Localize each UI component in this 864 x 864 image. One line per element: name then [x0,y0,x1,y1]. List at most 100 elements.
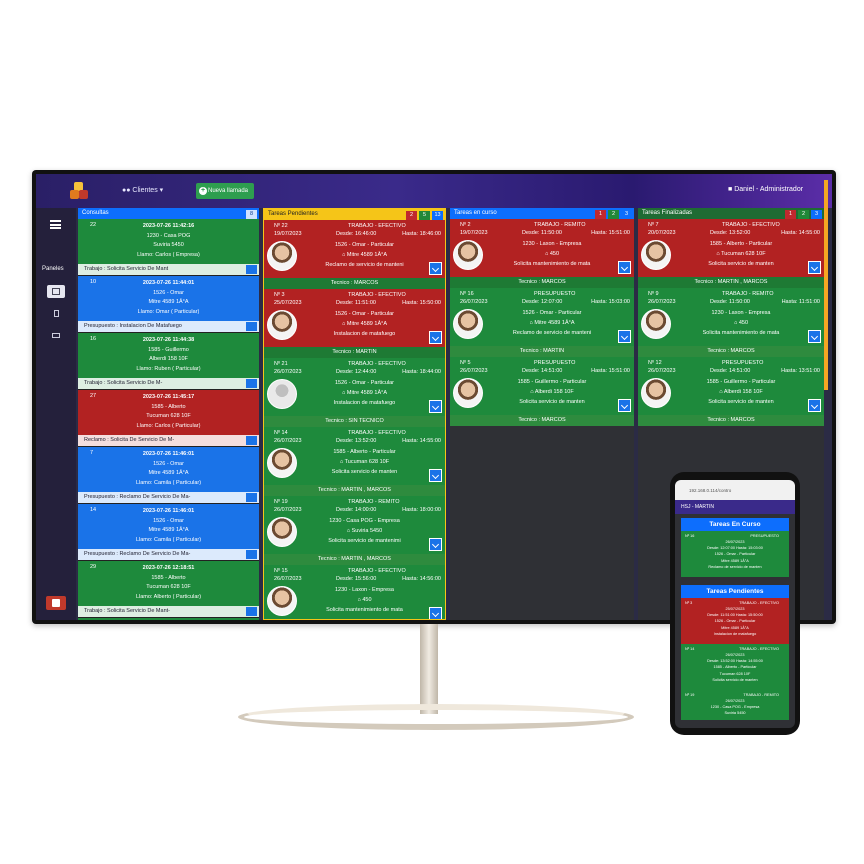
chevron-down-icon[interactable] [246,322,257,331]
chevron-down-icon[interactable] [808,399,821,412]
task-header-row: Nº 21 TRABAJO - EFECTIVO [274,361,441,369]
chevron-down-icon[interactable] [429,469,442,482]
task-card[interactable]: Nº 14 TRABAJO - EFECTIVO 26/07/2023 Desde: … [264,427,445,496]
video-panel-button[interactable] [47,329,65,342]
phone-url-bar[interactable]: 192.168.0.114/contro [675,480,795,500]
consulta-card[interactable]: 14 2023-07-26 11:46:01 1526 - Omar Mitre 45… [78,504,259,561]
chevron-down-icon[interactable] [246,265,257,274]
user-menu[interactable]: ■ Daniel - Administrador [728,186,803,193]
encurso-green-badge[interactable]: 2 [608,210,619,219]
consulta-card[interactable]: 29 2023-07-26 12:18:51 1585 - Alberto Tucum… [78,561,259,618]
task-address: 450 [549,251,560,257]
pendientes-blue-badge[interactable]: 13 [432,211,443,220]
chevron-down-icon[interactable] [618,330,631,343]
finalizadas-list: Nº 7 TRABAJO - EFECTIVO 20/07/2023 Desde: 1… [638,219,824,426]
app-logo-icon[interactable] [70,182,88,200]
task-card[interactable]: Nº 19 TRABAJO - REMITO 26/07/2023 Desde: 14… [264,496,445,565]
task-type: TRABAJO - REMITO [722,291,774,297]
task-client: 1526 - Omar - Particular [335,311,394,317]
task-hasta: Hasta: 18:44:00 [402,369,441,375]
finalizadas-blue-badge[interactable]: 3 [811,210,822,219]
chevron-down-icon[interactable] [246,379,257,388]
encurso-header: Tareas en curso 123 [450,208,634,219]
chevron-down-icon[interactable] [246,607,257,616]
finalizadas-green-badge[interactable]: 2 [798,210,809,219]
task-date: 26/07/2023 [648,299,676,305]
pendientes-red-badge[interactable]: 2 [406,211,417,220]
task-address: 450 [738,320,749,326]
pendientes-green-badge[interactable]: 5 [419,211,430,220]
chevron-down-icon[interactable] [246,436,257,445]
task-card[interactable]: Nº 22 TRABAJO - EFECTIVO 19/07/2023 Desde: … [264,220,445,289]
consulta-footer[interactable]: Presupuesto : Instalacion De Matafuego [78,321,259,332]
task-desc: Solicita servicio de manten [519,399,585,405]
task-card[interactable]: Nº 16 PRESUPUESTO 26/07/2023 Desde: 12:07:0… [450,288,634,357]
phone-card[interactable]: Nº 16 PRESUPUESTO 26/07/2023 Desde: 12:0… [681,531,789,577]
task-client: 1585 - Alberto - Particular [333,449,396,455]
chevron-down-icon[interactable] [429,331,442,344]
task-type: TRABAJO - EFECTIVO [722,222,780,228]
task-num: Nº 15 [274,568,288,574]
nueva-llamada-label: Nueva llamada [208,188,249,194]
consulta-card[interactable]: 302023-07-26 12:45:43 [78,618,259,620]
task-desc: Solicita mantenimiento de mata [513,261,591,267]
task-card[interactable]: Nº 15 TRABAJO - EFECTIVO 26/07/2023 Desde: … [264,565,445,619]
chevron-down-icon[interactable] [246,493,257,502]
logout-button[interactable] [46,596,66,610]
phone-card-type: TRABAJO - REMITO [743,693,779,697]
caret-down-icon: ▾ [157,187,164,194]
chevron-down-icon[interactable] [808,261,821,274]
finalizadas-red-badge[interactable]: 1 [785,210,796,219]
phone-card[interactable]: Nº 19 TRABAJO - REMITO 26/07/2023 1230 -… [681,690,789,720]
phone-card[interactable]: Nº 14 TRABAJO - EFECTIVO 26/07/2023 Desd… [681,644,789,690]
clientes-dropdown[interactable]: ●● Clientes ▾ [122,186,163,194]
task-desc: Solicita servicio de manten [708,261,774,267]
nueva-llamada-button[interactable]: + Nueva llamada [196,183,254,199]
consulta-card[interactable]: 16 2023-07-26 11:44:38 1585 - Guillermo Alb… [78,333,259,390]
task-type: TRABAJO - EFECTIVO [348,430,406,436]
consulta-footer[interactable]: Presupuesto : Reclamo De Servicio De Ma- [78,492,259,503]
consulta-card[interactable]: 10 2023-07-26 11:44:01 1526 - Omar Mitre 45… [78,276,259,333]
chevron-down-icon[interactable] [618,261,631,274]
document-panel-button[interactable] [47,307,65,320]
chevron-down-icon[interactable] [429,262,442,275]
task-tecnico: Tecnico : MARTIN [450,346,634,357]
grid-panel-button[interactable] [47,285,65,298]
task-type: PRESUPUESTO [534,291,576,297]
task-date: 26/07/2023 [274,576,302,582]
consulta-footer[interactable]: Presupuesto : Reclamo De Servicio De Ma- [78,549,259,560]
encurso-blue-badge[interactable]: 3 [621,210,632,219]
consulta-card[interactable]: 27 2023-07-26 11:45:17 1585 - Alberto Tucum… [78,390,259,447]
chevron-down-icon[interactable] [429,538,442,551]
phone-card-num: Nº 3 [685,601,693,605]
task-card[interactable]: Nº 3 TRABAJO - EFECTIVO 25/07/2023 Desde: 1… [264,289,445,358]
encurso-red-badge[interactable]: 1 [595,210,606,219]
task-card[interactable]: Nº 21 TRABAJO - EFECTIVO 26/07/2023 Desde: … [264,358,445,427]
chevron-down-icon[interactable] [429,607,442,619]
consulta-card[interactable]: 22 2023-07-26 11:42:16 1230 - Casa POG Suvi… [78,219,259,276]
task-card[interactable]: Nº 2 TRABAJO - REMITO 19/07/2023 Desde: 11:… [450,219,634,288]
task-time-row: 19/07/2023 Desde: 16:46:00 Hasta: 18:46:00 [274,231,441,239]
chevron-down-icon[interactable] [429,400,442,413]
menu-icon[interactable] [50,220,61,229]
consulta-address: Mitre 4589 1Â°A [148,299,189,305]
chevron-down-icon[interactable] [618,399,631,412]
chevron-down-icon[interactable] [808,330,821,343]
consulta-footer[interactable]: Reclamo : Solicita De Servicio De M- [78,435,259,446]
task-client: 1230 - Laxon - Empresa [711,310,771,316]
task-card[interactable]: Nº 12 PRESUPUESTO 26/07/2023 Desde: 14:51:0… [638,357,824,426]
consulta-caller: Llamo: Omar ( Particular) [137,308,200,315]
consulta-footer[interactable]: Trabajo : Solicita Servicio De M- [78,378,259,389]
consulta-footer-label: Presupuesto : Reclamo De Servicio De Ma- [84,551,191,557]
consulta-footer[interactable]: Trabajo : Solicita Servicio De Mant [78,264,259,275]
task-card[interactable]: Nº 9 TRABAJO - REMITO 26/07/2023 Desde: 11:… [638,288,824,357]
task-type: TRABAJO - REMITO [348,499,400,505]
monitor-base [238,704,634,730]
consulta-footer[interactable]: Trabajo : Solicita Servicio De Mant- [78,606,259,617]
page-scrollbar[interactable] [824,180,828,390]
phone-card[interactable]: Nº 3 TRABAJO - EFECTIVO 25/07/2023 Desde… [681,598,789,644]
task-card[interactable]: Nº 5 PRESUPUESTO 26/07/2023 Desde: 14:51:00… [450,357,634,426]
chevron-down-icon[interactable] [246,550,257,559]
consulta-card[interactable]: 7 2023-07-26 11:46:01 1526 - Omar Mitre 458… [78,447,259,504]
task-card[interactable]: Nº 7 TRABAJO - EFECTIVO 20/07/2023 Desde: 1… [638,219,824,288]
